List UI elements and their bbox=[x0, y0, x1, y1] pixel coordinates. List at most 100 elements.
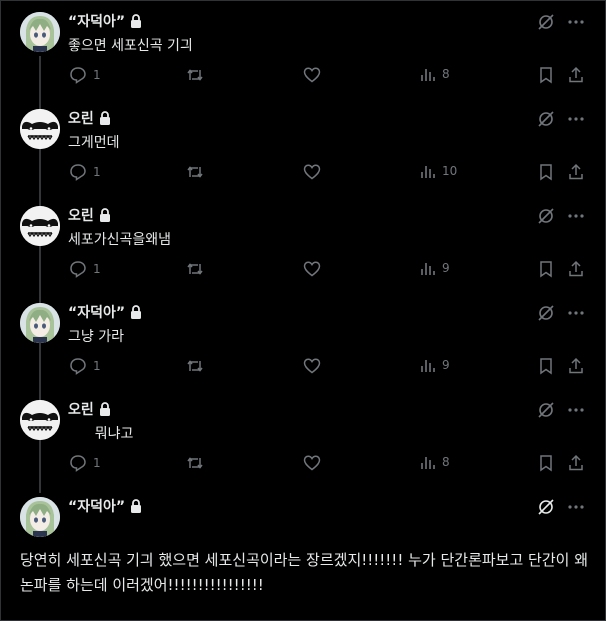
views-count: 8 bbox=[442, 67, 450, 81]
grok-icon[interactable] bbox=[537, 207, 555, 225]
reply-count: 1 bbox=[93, 68, 101, 82]
share-icon bbox=[568, 454, 584, 472]
tweet[interactable]: 오린 세포가신곡을왜냄 1 9 bbox=[0, 194, 606, 291]
views-count: 8 bbox=[442, 455, 450, 469]
share-icon bbox=[568, 260, 584, 278]
grok-icon[interactable] bbox=[537, 110, 555, 128]
retweet-icon bbox=[186, 66, 204, 84]
views-count: 9 bbox=[442, 358, 450, 372]
avatar[interactable] bbox=[20, 400, 60, 440]
tweet[interactable]: 오린 뭐냐고 1 8 bbox=[0, 388, 606, 485]
avatar[interactable] bbox=[20, 109, 60, 149]
more-icon[interactable] bbox=[568, 505, 584, 509]
bookmark-icon bbox=[538, 454, 554, 472]
bookmark-button[interactable] bbox=[538, 66, 554, 84]
views-button[interactable]: 8 bbox=[420, 66, 450, 82]
grok-icon[interactable] bbox=[537, 304, 555, 322]
reply-icon bbox=[69, 260, 87, 278]
like-icon bbox=[303, 260, 321, 278]
reply-button[interactable]: 1 bbox=[69, 260, 101, 278]
bookmark-icon bbox=[538, 357, 554, 375]
like-button[interactable] bbox=[303, 454, 321, 472]
like-icon bbox=[303, 357, 321, 375]
reply-button[interactable]: 1 bbox=[69, 357, 101, 375]
tweet-text: 그냥 가라 bbox=[68, 329, 124, 345]
more-icon[interactable] bbox=[568, 311, 584, 315]
share-button[interactable] bbox=[568, 66, 584, 84]
views-button[interactable]: 9 bbox=[420, 357, 450, 373]
tweet-header: 오린 bbox=[68, 399, 111, 419]
views-icon bbox=[420, 163, 436, 179]
reply-icon bbox=[69, 163, 87, 181]
views-button[interactable]: 10 bbox=[420, 163, 457, 179]
share-icon bbox=[568, 66, 584, 84]
author-name[interactable]: 오린 bbox=[68, 205, 94, 225]
share-button[interactable] bbox=[568, 454, 584, 472]
author-name[interactable]: 오린 bbox=[68, 399, 94, 419]
retweet-button[interactable] bbox=[186, 163, 204, 181]
retweet-button[interactable] bbox=[186, 260, 204, 278]
bookmark-icon bbox=[538, 163, 554, 181]
bookmark-icon bbox=[538, 260, 554, 278]
tweet-text: 좋으면 세포신곡 기긔 bbox=[68, 38, 193, 54]
views-button[interactable]: 8 bbox=[420, 454, 450, 470]
like-button[interactable] bbox=[303, 357, 321, 375]
tweet-header: “자덕아” bbox=[68, 302, 142, 322]
retweet-button[interactable] bbox=[186, 66, 204, 84]
grok-icon[interactable] bbox=[537, 401, 555, 419]
bookmark-button[interactable] bbox=[538, 357, 554, 375]
avatar[interactable] bbox=[20, 206, 60, 246]
share-icon bbox=[568, 357, 584, 375]
retweet-icon bbox=[186, 163, 204, 181]
retweet-button[interactable] bbox=[186, 454, 204, 472]
focused-tweet-text: 당연히 세포신곡 기긔 했으면 세포신곡이라는 장르겠지!!!!!!! 누가 단… bbox=[20, 551, 589, 594]
grok-icon[interactable] bbox=[537, 13, 555, 31]
more-icon[interactable] bbox=[568, 117, 584, 121]
grok-icon[interactable] bbox=[537, 498, 555, 516]
views-icon bbox=[420, 66, 436, 82]
like-button[interactable] bbox=[303, 163, 321, 181]
like-icon bbox=[303, 66, 321, 84]
like-button[interactable] bbox=[303, 66, 321, 84]
avatar[interactable] bbox=[20, 303, 60, 343]
tweet[interactable]: “자덕아” 좋으면 세포신곡 기긔 1 8 bbox=[0, 0, 606, 97]
reply-button[interactable]: 1 bbox=[69, 66, 101, 84]
views-icon bbox=[420, 454, 436, 470]
avatar[interactable] bbox=[20, 12, 60, 52]
reply-count: 1 bbox=[93, 262, 101, 276]
avatar[interactable] bbox=[20, 497, 60, 537]
tweet[interactable]: 오린 그게먼데 1 10 bbox=[0, 97, 606, 194]
views-button[interactable]: 9 bbox=[420, 260, 450, 276]
more-icon[interactable] bbox=[568, 20, 584, 24]
lock-icon bbox=[130, 305, 142, 319]
tweet-header: 오린 bbox=[68, 108, 111, 128]
retweet-icon bbox=[186, 260, 204, 278]
retweet-button[interactable] bbox=[186, 357, 204, 375]
reply-button[interactable]: 1 bbox=[69, 163, 101, 181]
reply-count: 1 bbox=[93, 456, 101, 470]
tweet-header: “자덕아” bbox=[68, 11, 142, 31]
like-button[interactable] bbox=[303, 260, 321, 278]
bookmark-button[interactable] bbox=[538, 260, 554, 278]
author-name[interactable]: “자덕아” bbox=[68, 11, 125, 31]
more-icon[interactable] bbox=[568, 408, 584, 412]
bookmark-button[interactable] bbox=[538, 163, 554, 181]
reply-button[interactable]: 1 bbox=[69, 454, 101, 472]
like-icon bbox=[303, 454, 321, 472]
share-button[interactable] bbox=[568, 260, 584, 278]
author-name[interactable]: “자덕아” bbox=[68, 302, 125, 322]
more-icon[interactable] bbox=[568, 214, 584, 218]
author-name[interactable]: “자덕아” bbox=[68, 496, 125, 516]
tweet[interactable]: “자덕아” 그냥 가라 1 9 bbox=[0, 291, 606, 388]
lock-icon bbox=[99, 208, 111, 222]
share-button[interactable] bbox=[568, 357, 584, 375]
retweet-icon bbox=[186, 357, 204, 375]
reply-icon bbox=[69, 454, 87, 472]
lock-icon bbox=[99, 402, 111, 416]
author-name[interactable]: 오린 bbox=[68, 108, 94, 128]
views-icon bbox=[420, 260, 436, 276]
lock-icon bbox=[130, 14, 142, 28]
bookmark-button[interactable] bbox=[538, 454, 554, 472]
views-icon bbox=[420, 357, 436, 373]
share-button[interactable] bbox=[568, 163, 584, 181]
